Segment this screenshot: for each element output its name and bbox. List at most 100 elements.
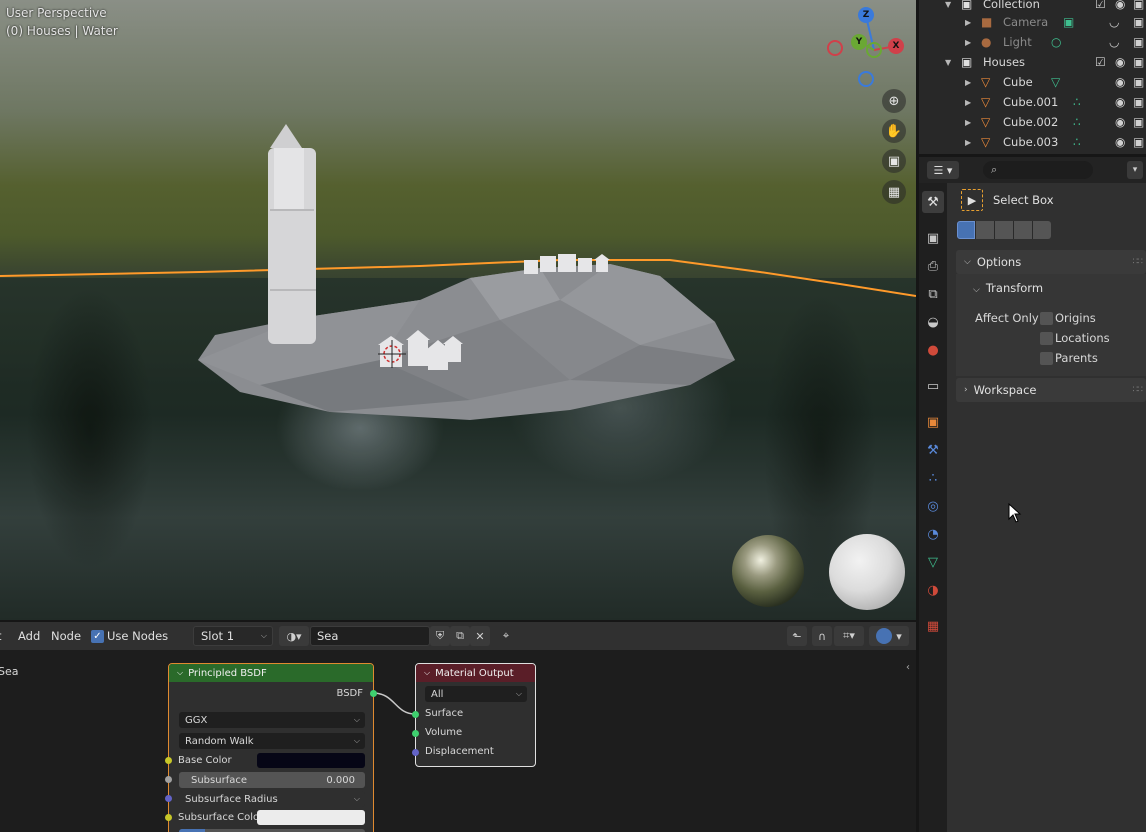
view-layer-tab-icon[interactable]: ⧉ bbox=[922, 283, 944, 305]
subsurface-color-swatch[interactable] bbox=[257, 810, 365, 825]
collection-icon: ▣ bbox=[961, 55, 973, 69]
render-camera-icon[interactable]: ▣ bbox=[1133, 0, 1144, 11]
mouse-cursor-icon bbox=[1008, 503, 1022, 523]
outliner-row-houses[interactable]: ▼ ▣ Houses ☑ ◉ ▣ bbox=[919, 52, 1146, 72]
texture-tab-icon[interactable]: ▦ bbox=[922, 615, 944, 637]
volume-socket[interactable] bbox=[412, 730, 419, 737]
checkbox-icon[interactable]: ☑ bbox=[1095, 55, 1106, 69]
render-camera-icon[interactable]: ▣ bbox=[1133, 35, 1144, 49]
output-tab-icon[interactable]: ⎙ bbox=[922, 255, 944, 277]
render-camera-icon[interactable]: ▣ bbox=[1133, 75, 1144, 89]
eye-icon[interactable]: ◉ bbox=[1115, 55, 1125, 69]
mode-subtract-icon[interactable] bbox=[994, 221, 1013, 239]
drag-grip-icon[interactable]: ∷∷ bbox=[1133, 257, 1144, 267]
subsurface-radius-socket[interactable] bbox=[165, 795, 172, 802]
gizmo-y-axis[interactable]: Y bbox=[851, 34, 867, 50]
eye-icon[interactable]: ◉ bbox=[1115, 75, 1125, 89]
render-camera-icon[interactable]: ▣ bbox=[1133, 135, 1144, 149]
scene-geometry[interactable] bbox=[0, 0, 916, 620]
modifier-wrench-icon[interactable]: ⚒ bbox=[922, 439, 944, 461]
eye-icon[interactable]: ◉ bbox=[1115, 0, 1125, 11]
3d-viewport[interactable]: User Perspective (0) Houses | Water Z X … bbox=[0, 0, 916, 620]
outliner[interactable]: ▼ ▣ Collection ☑ ◉ ▣ ▶ ■ Camera ▣ ◡ ▣ ▶ … bbox=[919, 0, 1146, 154]
origins-checkbox[interactable] bbox=[1040, 312, 1053, 325]
subsurface-method-dropdown[interactable]: Random Walk ⌵ bbox=[179, 733, 365, 749]
outliner-row-cube-001[interactable]: ▶ ▽ Cube.001 ∴ ◉ ▣ bbox=[919, 92, 1146, 112]
material-output-title[interactable]: ⌵ Material Output bbox=[416, 664, 535, 682]
world-tab-icon[interactable]: ● bbox=[922, 339, 944, 361]
material-output-node[interactable]: ⌵ Material Output All ⌵ Surface Volume D… bbox=[415, 663, 536, 767]
visibility-closed-icon[interactable]: ◡ bbox=[1109, 35, 1119, 49]
subsurface-color-socket[interactable] bbox=[165, 814, 172, 821]
transform-subpanel-header[interactable]: ⌵ Transform bbox=[973, 281, 1043, 295]
tool-tab-icon[interactable]: ⚒ bbox=[922, 191, 944, 213]
properties-editor[interactable]: ☰ ▾ ⌕ ▾ ⚒ ▣ ⎙ ⧉ ◒ ● ▭ ▣ ⚒ ∴ ◎ ◔ ▽ ◑ ▦ ▶ … bbox=[919, 157, 1146, 832]
render-camera-icon[interactable]: ▣ bbox=[1133, 95, 1144, 109]
outliner-row-light[interactable]: ▶ ● Light ○ ◡ ▣ bbox=[919, 32, 1146, 52]
visibility-closed-icon[interactable]: ◡ bbox=[1109, 15, 1119, 29]
mode-invert-icon[interactable] bbox=[1013, 221, 1032, 239]
subsurface-socket[interactable] bbox=[165, 776, 172, 783]
pan-hand-icon[interactable]: ✋ bbox=[882, 119, 906, 143]
chevron-down-icon: ⌵ bbox=[973, 285, 980, 295]
camera-view-icon[interactable]: ▣ bbox=[882, 149, 906, 173]
collapse-chevron-icon[interactable]: ⌵ bbox=[424, 668, 430, 678]
constraints-tab-icon[interactable]: ◔ bbox=[922, 523, 944, 545]
output-target-dropdown[interactable]: All ⌵ bbox=[425, 686, 527, 702]
distribution-dropdown[interactable]: GGX ⌵ bbox=[179, 712, 365, 728]
surface-socket[interactable] bbox=[412, 711, 419, 718]
mesh-object-icon: ▽ bbox=[981, 75, 991, 89]
locations-checkbox[interactable] bbox=[1040, 332, 1053, 345]
workspace-panel-header[interactable]: › Workspace ∷∷ bbox=[956, 378, 1146, 402]
physics-tab-icon[interactable]: ◎ bbox=[922, 495, 944, 517]
drag-grip-icon[interactable]: ∷∷ bbox=[1133, 385, 1144, 395]
locations-label: Locations bbox=[1055, 331, 1110, 345]
particles-tab-icon[interactable]: ∴ bbox=[922, 467, 944, 489]
subsurface-radius-dropdown[interactable]: Subsurface Radius ⌵ bbox=[179, 791, 365, 807]
render-camera-icon[interactable]: ▣ bbox=[1133, 15, 1144, 29]
eye-icon[interactable]: ◉ bbox=[1115, 135, 1125, 149]
render-camera-icon[interactable]: ▣ bbox=[1133, 115, 1144, 129]
hdri-diffuse-sphere bbox=[829, 534, 905, 610]
bsdf-output-socket[interactable] bbox=[370, 690, 377, 697]
select-box-tool-icon[interactable]: ▶ bbox=[961, 189, 983, 211]
gizmo-neg-x[interactable] bbox=[827, 40, 843, 56]
subsurface-slider[interactable]: Subsurface 0.000 bbox=[179, 772, 365, 788]
mode-new-icon[interactable] bbox=[957, 221, 975, 239]
zoom-icon[interactable]: ⊕ bbox=[882, 89, 906, 113]
outliner-row-cube-002[interactable]: ▶ ▽ Cube.002 ∴ ◉ ▣ bbox=[919, 112, 1146, 132]
options-dropdown-icon[interactable]: ▾ bbox=[1127, 161, 1143, 179]
mode-extend-icon[interactable] bbox=[975, 221, 994, 239]
gizmo-z-axis[interactable]: Z bbox=[858, 7, 874, 23]
mesh-data-tab-icon[interactable]: ▽ bbox=[922, 551, 944, 573]
gizmo-neg-z[interactable] bbox=[858, 71, 874, 87]
outliner-row-cube[interactable]: ▶ ▽ Cube ▽ ◉ ▣ bbox=[919, 72, 1146, 92]
collection-tab-icon[interactable]: ▭ bbox=[922, 375, 944, 397]
outliner-row-cube-003[interactable]: ▶ ▽ Cube.003 ∴ ◉ ▣ bbox=[919, 132, 1146, 152]
editor-type-dropdown[interactable]: ☰ ▾ bbox=[927, 161, 959, 179]
outliner-row-camera[interactable]: ▶ ■ Camera ▣ ◡ ▣ bbox=[919, 12, 1146, 32]
checkbox-icon[interactable]: ☑ bbox=[1095, 0, 1106, 11]
eye-icon[interactable]: ◉ bbox=[1115, 95, 1125, 109]
gizmo-neg-y[interactable] bbox=[866, 42, 882, 58]
base-color-swatch[interactable] bbox=[257, 753, 365, 768]
displacement-socket[interactable] bbox=[412, 749, 419, 756]
hdri-reflection-sphere bbox=[732, 535, 804, 607]
scene-tab-icon[interactable]: ◒ bbox=[922, 311, 944, 333]
collapse-chevron-icon[interactable]: ⌵ bbox=[177, 668, 183, 678]
principled-bsdf-title[interactable]: ⌵ Principled BSDF bbox=[169, 664, 373, 682]
parents-checkbox[interactable] bbox=[1040, 352, 1053, 365]
base-color-socket[interactable] bbox=[165, 757, 172, 764]
render-camera-icon[interactable]: ▣ bbox=[1133, 55, 1144, 69]
gizmo-x-axis[interactable]: X bbox=[888, 38, 904, 54]
shader-node-editor[interactable]: t Add Node ✓ Use Nodes Slot 1 ⌵ ◑▾ Sea ⛨… bbox=[0, 622, 916, 832]
object-tab-icon[interactable]: ▣ bbox=[922, 411, 944, 433]
eye-icon[interactable]: ◉ bbox=[1115, 115, 1125, 129]
options-panel-header[interactable]: ⌵ Options ∷∷ bbox=[956, 250, 1146, 274]
ortho-grid-icon[interactable]: ▦ bbox=[882, 180, 906, 204]
render-tab-icon[interactable]: ▣ bbox=[922, 227, 944, 249]
principled-bsdf-node[interactable]: ⌵ Principled BSDF BSDF GGX ⌵ Random Walk… bbox=[168, 663, 374, 832]
mode-intersect-icon[interactable] bbox=[1032, 221, 1051, 239]
material-tab-icon[interactable]: ◑ bbox=[922, 579, 944, 601]
properties-search-input[interactable]: ⌕ bbox=[983, 161, 1093, 179]
